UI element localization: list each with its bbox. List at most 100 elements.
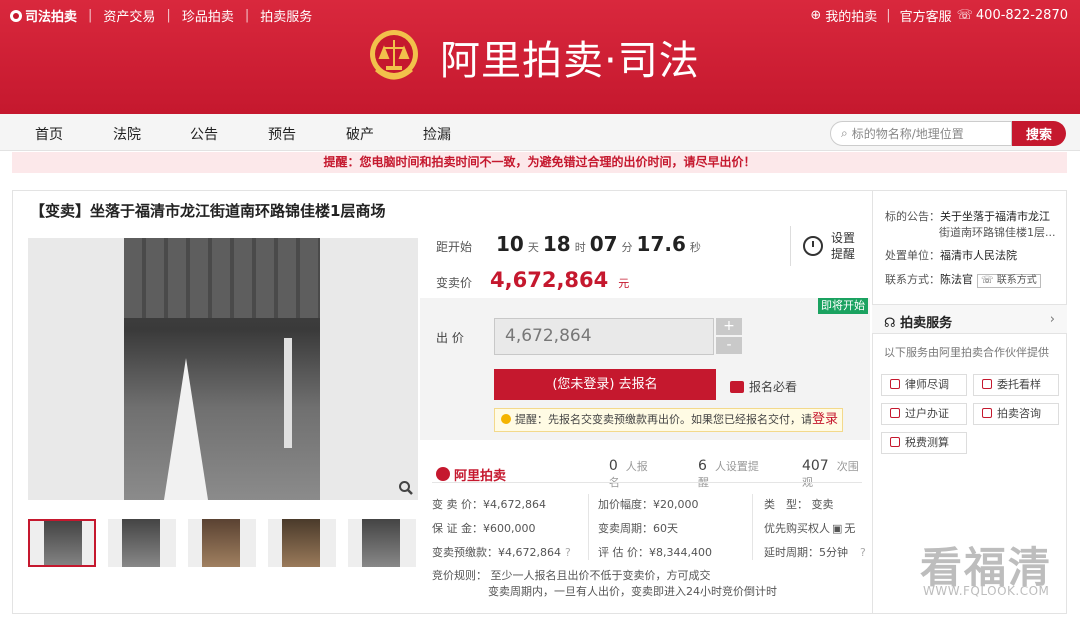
search-placeholder: 标的物名称/地理位置: [851, 127, 964, 141]
asset-trade-link[interactable]: 资产交易: [103, 6, 155, 25]
days-unit: 天: [527, 241, 539, 254]
thumbnail-2[interactable]: [108, 519, 176, 567]
bid-label: 出 价: [436, 331, 464, 345]
remind-line2: 提醒: [831, 247, 856, 261]
notice-link[interactable]: 关于坐落于福清市龙江: [940, 210, 1050, 223]
increase-bid-button[interactable]: +: [716, 318, 742, 335]
tip-text: 提醒：先报名交变卖预缴款再出价。如果您已经报名交付，请: [515, 413, 812, 426]
customer-service-link[interactable]: 官方客服: [900, 6, 952, 25]
price-value: 4,672,864: [490, 268, 609, 292]
price-label: 变卖价: [436, 276, 473, 290]
nav-court[interactable]: 法院: [113, 124, 141, 144]
nav-announcement[interactable]: 公告: [190, 124, 218, 144]
thumbnail-strip: [28, 519, 416, 567]
detail-type: 类 型： 变卖: [764, 498, 834, 511]
thumbnail-image: [362, 519, 400, 567]
set-reminder-button[interactable]: 设置 提醒: [790, 226, 862, 266]
divider-line: [588, 494, 589, 560]
contact-info: 联系方式：陈法官 ☏ 联系方式: [885, 271, 1041, 288]
tax-calc-button[interactable]: 税费测算: [881, 432, 967, 454]
phone-number: 400-822-2870: [975, 8, 1068, 23]
service-header[interactable]: ☊ 拍卖服务 ›: [872, 304, 1067, 334]
nav-preview[interactable]: 预告: [268, 124, 296, 144]
nav-bargain[interactable]: 捡漏: [423, 124, 451, 144]
countdown-minutes: 07: [589, 232, 618, 256]
seconds-unit: 秒: [689, 241, 701, 254]
reminder-count: 6 人设置提醒: [698, 458, 766, 490]
detail-increment: 加价幅度：¥20,000: [598, 498, 699, 511]
coins-icon: [730, 380, 744, 393]
zoom-icon[interactable]: [398, 480, 414, 496]
contact-button[interactable]: ☏ 联系方式: [977, 274, 1041, 288]
detail-period: 变卖周期：60天: [598, 522, 678, 535]
thumbnail-image: [282, 519, 320, 567]
nav-home[interactable]: 首页: [35, 124, 63, 144]
auction-logo-icon: [10, 9, 22, 22]
rules-label: 竞价规则：: [432, 569, 487, 582]
lawyer-check-button[interactable]: 律师尽调: [881, 374, 967, 396]
countdown: 距开始 10 天 18 时 07 分 17.6 秒: [436, 232, 701, 256]
chat-icon: [982, 408, 992, 418]
reminder-number: 6: [698, 458, 707, 474]
thumbnail-5[interactable]: [348, 519, 416, 567]
nav-bankruptcy[interactable]: 破产: [346, 124, 374, 144]
register-button[interactable]: (您未登录) 去报名: [494, 369, 716, 400]
phone-icon: ☏: [981, 275, 994, 286]
help-icon[interactable]: ?: [565, 546, 571, 559]
main-photo[interactable]: [28, 238, 418, 500]
top-right-links: ⊕ 我的拍卖 | 官方客服 ☏ 400-822-2870: [810, 6, 1068, 25]
notice-link-line2[interactable]: 街道南环路锦佳楼1层...: [939, 224, 1056, 240]
thumbnail-image: [122, 519, 160, 567]
stats-row: 阿里拍卖 0 人报名 6 人设置提醒 407 次围观: [436, 458, 866, 490]
document-icon: [890, 408, 900, 418]
detail-priority: 优先购买权人 ▣ 无: [764, 520, 855, 536]
service-label: 税费测算: [905, 436, 949, 449]
search-icon: ⌕: [841, 126, 848, 140]
must-read-link[interactable]: 报名必看: [730, 378, 797, 395]
contact-label: 联系方式：: [885, 273, 940, 286]
court-link[interactable]: 福清市人民法院: [940, 249, 1017, 262]
transfer-button[interactable]: 过户办证: [881, 403, 967, 425]
chevron-right-icon: ›: [1049, 312, 1055, 327]
signup-count: 0 人报名: [609, 458, 656, 490]
auction-service-link[interactable]: 拍卖服务: [260, 6, 312, 25]
unit-info: 处置单位：福清市人民法院: [885, 247, 1017, 263]
judicial-auction-link[interactable]: 司法拍卖: [10, 6, 77, 25]
time-warning-notice: 提醒：您电脑时间和拍卖时间不一致，为避免错过合理的出价时间，请尽早出价！: [12, 152, 1067, 173]
signup-number: 0: [608, 458, 618, 474]
detail-prepay: 变卖预缴款：¥4,672,864?: [432, 544, 571, 560]
thumbnail-3[interactable]: [188, 519, 256, 567]
thumbnail-1[interactable]: [28, 519, 96, 567]
consult-button[interactable]: 拍卖咨询: [973, 403, 1059, 425]
unit-label: 处置单位：: [885, 249, 940, 262]
calculator-icon: [890, 437, 900, 447]
search-button[interactable]: 搜索: [1012, 121, 1066, 146]
login-link[interactable]: 登录: [812, 412, 838, 427]
viewing-button[interactable]: 委托看样: [973, 374, 1059, 396]
site-logo[interactable]: 阿里拍卖·司法: [440, 28, 700, 86]
photo-door: [284, 338, 292, 448]
service-label: 律师尽调: [905, 378, 949, 391]
treasure-auction-link[interactable]: 珍品拍卖: [182, 6, 234, 25]
info-icon[interactable]: ▣: [832, 522, 842, 535]
service-title: ☊ 拍卖服务: [884, 312, 952, 331]
decrease-bid-button[interactable]: -: [716, 337, 742, 354]
thumbnail-4[interactable]: [268, 519, 336, 567]
lightbulb-icon: [501, 414, 511, 424]
priority-label: 优先购买权人: [764, 522, 830, 535]
divider: |: [166, 8, 171, 23]
bid-amount-input[interactable]: 4,672,864: [494, 318, 714, 355]
countdown-label: 距开始: [436, 240, 473, 254]
detail-prepay-text: 变卖预缴款：¥4,672,864: [432, 546, 561, 559]
notice-info: 标的公告：关于坐落于福清市龙江: [885, 208, 1050, 224]
price-row: 变卖价 4,672,864 元: [436, 268, 629, 292]
my-auction-link[interactable]: 我的拍卖: [825, 6, 877, 25]
countdown-seconds: 17.6: [636, 232, 686, 256]
top-links: 司法拍卖 | 资产交易 | 珍品拍卖 | 拍卖服务: [10, 6, 312, 25]
divider: |: [244, 8, 250, 23]
detail-appraisal: 评 估 价：¥8,344,400: [598, 546, 712, 559]
photo-ceiling: [124, 238, 320, 318]
contact-pill-label: 联系方式: [996, 275, 1037, 286]
search-input[interactable]: ⌕ 标的物名称/地理位置: [830, 121, 1012, 146]
help-icon[interactable]: ?: [860, 546, 866, 559]
